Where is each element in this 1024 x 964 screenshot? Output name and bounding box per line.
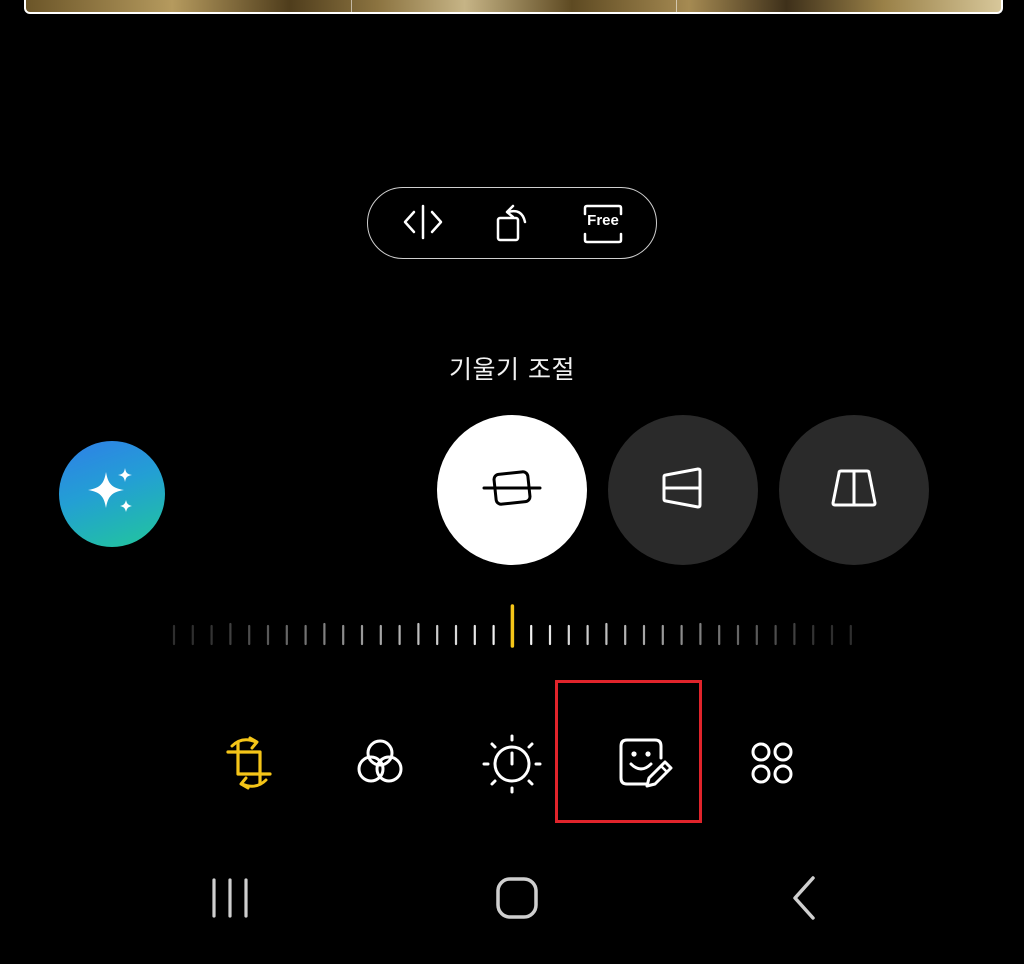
ai-edit-button[interactable] [59, 441, 165, 547]
filter-tool-button[interactable] [335, 720, 425, 810]
home-icon [494, 875, 540, 925]
horizontal-perspective-icon [827, 463, 881, 517]
flip-button[interactable] [388, 188, 458, 260]
straighten-mode-button[interactable] [437, 415, 587, 565]
photo-preview[interactable] [24, 0, 1003, 14]
brightness-icon [481, 732, 543, 798]
crop-tool-button[interactable] [204, 720, 294, 810]
straighten-icon [480, 463, 544, 517]
sparkle-icon [84, 464, 140, 524]
horizontal-perspective-button[interactable] [779, 415, 929, 565]
crop-rotate-icon [220, 734, 278, 796]
vertical-perspective-icon [658, 463, 708, 517]
rotate-icon [492, 200, 534, 248]
more-tools-button[interactable] [728, 720, 818, 810]
transform-toolbar: Free [367, 187, 657, 259]
aspect-ratio-button[interactable]: Free [568, 188, 638, 260]
home-button[interactable] [457, 860, 577, 940]
back-button[interactable] [744, 860, 864, 940]
more-tools-icon [745, 735, 801, 795]
vertical-perspective-button[interactable] [608, 415, 758, 565]
rotate-button[interactable] [478, 188, 548, 260]
filter-icon [352, 735, 408, 795]
highlight-box [555, 680, 702, 823]
brightness-tool-button[interactable] [467, 720, 557, 810]
recent-apps-icon [208, 876, 252, 924]
tilt-dial[interactable] [170, 604, 854, 648]
recent-apps-button[interactable] [170, 860, 290, 940]
aspect-ratio-label: Free [587, 212, 619, 229]
back-icon [789, 874, 819, 926]
tilt-adjust-label: 기울기 조절 [449, 355, 575, 384]
flip-horizontal-icon [400, 202, 446, 246]
